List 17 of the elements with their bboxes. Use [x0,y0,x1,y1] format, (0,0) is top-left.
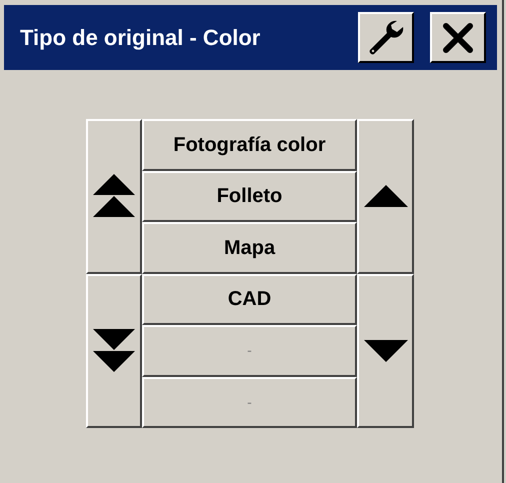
close-button[interactable] [430,12,486,63]
double-down-arrow-icon [92,328,136,373]
double-up-arrow-icon [92,174,136,218]
wrench-icon [367,18,405,56]
page-down-button[interactable] [86,274,142,428]
down-arrow-icon [364,340,408,362]
option-button[interactable]: Fotografía color [142,119,357,170]
option-button[interactable]: Mapa [142,222,357,274]
option-button[interactable]: CAD [142,274,357,325]
close-icon [442,22,474,54]
scroll-up-button[interactable] [357,119,414,274]
scroll-down-button[interactable] [357,274,414,428]
up-arrow-icon [364,185,408,208]
option-button[interactable]: Folleto [142,170,357,222]
settings-button[interactable] [358,12,414,63]
page-up-button[interactable] [86,119,142,274]
window-title: Tipo de original - Color [20,24,260,52]
